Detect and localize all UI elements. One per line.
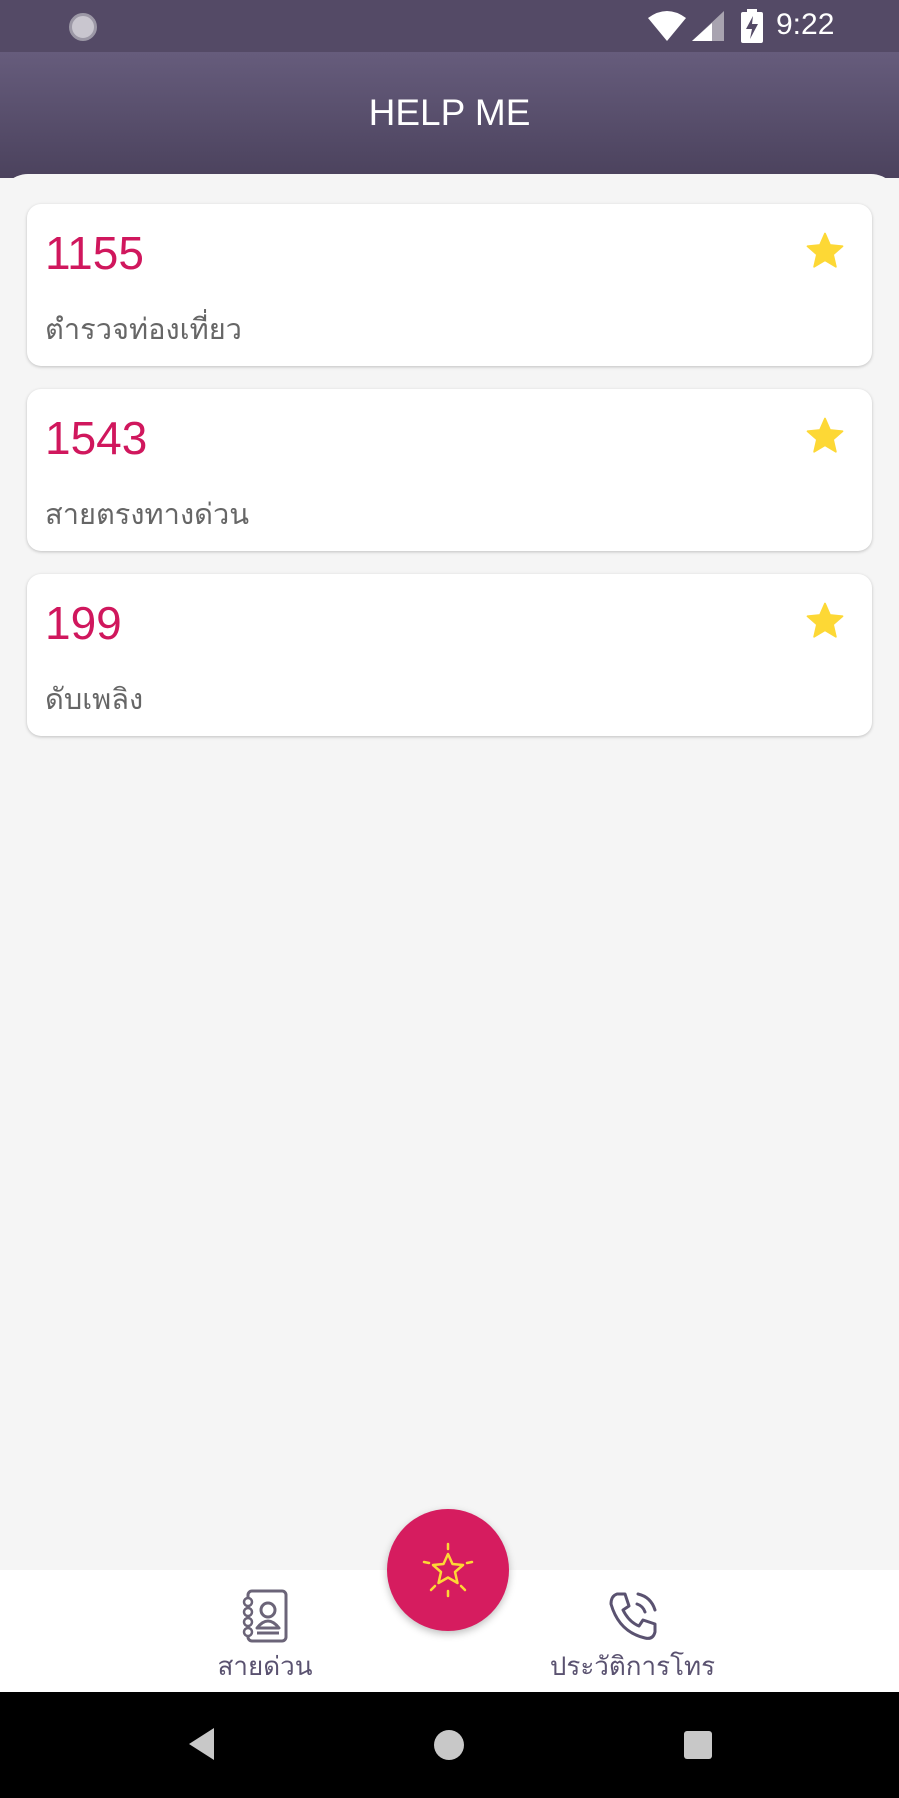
hotline-label: ตำรวจท่องเที่ยว [45, 312, 242, 346]
hotline-label: สายตรงทางด่วน [45, 497, 250, 531]
hotline-card[interactable]: 1543 สายตรงทางด่วน [27, 389, 872, 551]
favorites-fab[interactable] [387, 1509, 509, 1631]
status-bar: 9:22 [0, 0, 899, 52]
system-nav-bar [0, 1692, 899, 1798]
hotline-list: 1155 ตำรวจท่องเที่ยว 1543 สายตรงทางด่วน … [0, 174, 899, 1570]
battery-charging-icon [741, 9, 763, 43]
hotline-card[interactable]: 199 ดับเพลิง [27, 574, 872, 736]
nav-item-call-history[interactable]: ประวัติการโทร [530, 1570, 735, 1692]
star-icon[interactable] [804, 600, 846, 642]
app-bar: HELP ME [0, 52, 899, 178]
hotline-label: ดับเพลิง [45, 682, 144, 716]
star-icon[interactable] [804, 230, 846, 272]
star-icon[interactable] [804, 415, 846, 457]
nav-item-hotline[interactable]: สายด่วน [195, 1570, 335, 1692]
contact-book-icon [242, 1589, 288, 1643]
recents-icon[interactable] [684, 1731, 712, 1759]
home-icon[interactable] [434, 1730, 464, 1760]
nav-label-hotline: สายด่วน [217, 1652, 313, 1682]
hotline-number: 1543 [45, 412, 148, 464]
back-icon[interactable] [186, 1726, 216, 1762]
star-outline-icon [422, 1542, 474, 1598]
hotline-card[interactable]: 1155 ตำรวจท่องเที่ยว [27, 204, 872, 366]
phone-call-icon [609, 1592, 656, 1640]
nav-label-call-history: ประวัติการโทร [549, 1652, 716, 1682]
sync-icon [69, 13, 97, 41]
status-time: 9:22 [776, 8, 835, 41]
page-title: HELP ME [368, 92, 531, 133]
hotline-number: 199 [45, 597, 122, 649]
hotline-number: 1155 [45, 227, 144, 279]
signal-icon [692, 11, 724, 41]
wifi-icon [648, 11, 686, 41]
